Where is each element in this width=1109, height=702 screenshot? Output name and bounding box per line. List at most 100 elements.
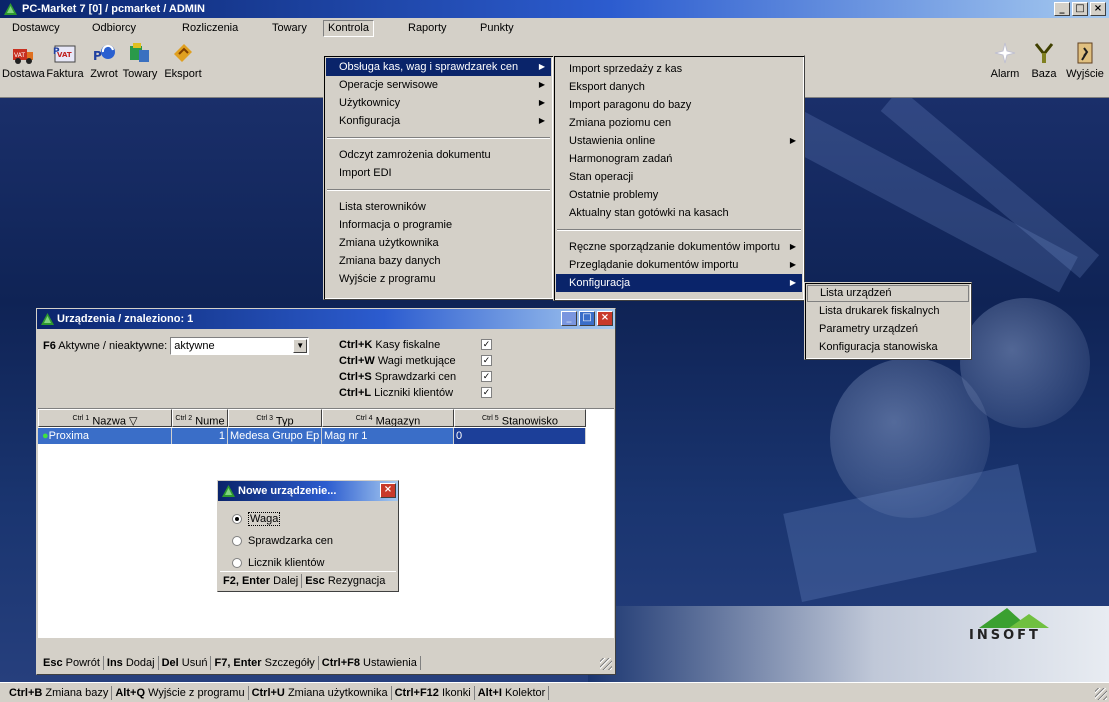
shortcut-powrot[interactable]: Esc Powrót [40, 656, 104, 670]
zwrot-button[interactable]: P Zwrot [86, 40, 122, 81]
database-icon [1031, 40, 1057, 66]
exit-door-icon [1072, 40, 1098, 66]
radio-sprawdzarka[interactable]: Sprawdzarka cen [232, 533, 333, 549]
menu-eksport-danych[interactable]: Eksport danych [556, 78, 802, 96]
menu-kontrola[interactable]: Kontrola [323, 20, 374, 37]
column-magazyn[interactable]: Ctrl 4 Magazyn [322, 409, 454, 427]
menu-separator [557, 229, 801, 231]
checkbox-sprawdzarki[interactable]: ✓ [481, 371, 492, 382]
shortcut-ikonki[interactable]: Ctrl+F12 Ikonki [392, 685, 475, 700]
menu-zmiana-poziomu-cen[interactable]: Zmiana poziomu cen [556, 114, 802, 132]
menu-stan-gotowki[interactable]: Aktualny stan gotówki na kasach [556, 204, 802, 222]
menu-punkty[interactable]: Punkty [476, 20, 518, 37]
goods-icon [127, 40, 153, 66]
checkbox-wagi[interactable]: ✓ [481, 355, 492, 366]
menu-lista-urzadzen[interactable]: Lista urządzeń [807, 285, 969, 302]
menu-harmonogram[interactable]: Harmonogram zadań [556, 150, 802, 168]
konfiguracja-submenu: Lista urządzeń Lista drukarek fiskalnych… [804, 282, 972, 360]
faktura-button[interactable]: VAT P Faktura [44, 40, 86, 81]
column-typ[interactable]: Ctrl 3 Typ [228, 409, 322, 427]
menu-wyjscie[interactable]: Wyjście z programu [326, 270, 551, 288]
menu-uzytkownicy[interactable]: Użytkownicy ▶ [326, 94, 551, 112]
shortcut-zmiana-uzytkownika[interactable]: Ctrl+U Zmiana użytkownika [249, 685, 392, 700]
menu-informacja[interactable]: Informacja o programie [326, 216, 551, 234]
menu-raporty[interactable]: Raporty [404, 20, 451, 37]
maximize-button[interactable]: □ [1072, 2, 1088, 16]
main-status-bar: Ctrl+B Zmiana bazy Alt+Q Wyjście z progr… [0, 682, 1109, 702]
chevron-down-icon[interactable]: ▼ [293, 339, 308, 353]
radio-waga[interactable]: Waga [232, 511, 281, 527]
resize-grip[interactable] [600, 658, 612, 670]
menu-parametry-urzadzen[interactable]: Parametry urządzeń [807, 320, 969, 338]
kontrola-menu: Obsługa kas, wag i sprawdzarek cen ▶ Oper… [323, 55, 554, 300]
shortcut-kolektor[interactable]: Alt+I Kolektor [475, 685, 550, 700]
menu-przegladanie-dokumentow[interactable]: Przeglądanie dokumentów importu ▶ [556, 256, 802, 274]
device-type-filters: Ctrl+K Kasy fiskalne ✓ Ctrl+W Wagi metkuj… [339, 337, 492, 401]
shortcut-szczegoly[interactable]: F7, Enter Szczegóły [211, 656, 319, 670]
insoft-logo: INSOFT [959, 606, 1089, 650]
activity-filter-label: Aktywne / nieaktywne: [58, 339, 168, 352]
child-close-button[interactable]: × [597, 311, 613, 326]
column-stanowisko[interactable]: Ctrl 5 Stanowisko [454, 409, 586, 427]
minimize-button[interactable]: _ [1054, 2, 1070, 16]
column-numer[interactable]: Ctrl 2 Nume [172, 409, 228, 427]
dalej-button[interactable]: F2, Enter Dalej [220, 573, 303, 588]
shortcut-ustawienia[interactable]: Ctrl+F8 Ustawienia [319, 656, 421, 670]
menu-separator [327, 189, 550, 191]
dialog-close-button[interactable]: × [380, 483, 396, 498]
menu-lista-sterownikow[interactable]: Lista sterowników [326, 198, 551, 216]
eksport-button[interactable]: Eksport [160, 40, 206, 81]
menu-import-sprzedazy[interactable]: Import sprzedaży z kas [556, 60, 802, 78]
towary-button[interactable]: Towary [120, 40, 160, 81]
table-row[interactable]: ●Proxima 1 Medesa Grupo Ep Mag nr 1 0 [38, 428, 586, 444]
menu-reczne-sporzadzanie[interactable]: Ręczne sporządzanie dokumentów importu ▶ [556, 238, 802, 256]
child-minimize-button[interactable]: _ [561, 311, 577, 326]
baza-button[interactable]: Baza [1027, 40, 1061, 81]
menu-odbiorcy[interactable]: Odbiorcy [88, 20, 140, 37]
filter-kasy[interactable]: Ctrl+K Kasy fiskalne ✓ [339, 337, 492, 353]
checkbox-liczniki[interactable]: ✓ [481, 387, 492, 398]
shortcut-wyjscie[interactable]: Alt+Q Wyjście z programu [112, 685, 249, 700]
menu-towary[interactable]: Towary [268, 20, 311, 37]
shortcut-dodaj[interactable]: Ins Dodaj [104, 656, 159, 670]
menu-import-paragonu[interactable]: Import paragonu do bazy [556, 96, 802, 114]
delivery-truck-icon: VAT [10, 40, 36, 66]
nowe-urzadzenie-dialog: Nowe urządzenie... × Waga Sprawdzarka ce… [217, 480, 399, 592]
menu-konfiguracja-sub[interactable]: Konfiguracja ▶ [556, 274, 802, 292]
logo-mountain-icon [979, 608, 1049, 628]
menu-lista-drukarek[interactable]: Lista drukarek fiskalnych [807, 302, 969, 320]
column-nazwa[interactable]: Ctrl 1 Nazwa ▽ [38, 409, 172, 427]
menu-dostawcy[interactable]: Dostawcy [8, 20, 64, 37]
menu-import-edi[interactable]: Import EDI [326, 164, 551, 182]
radio-licznik[interactable]: Licznik klientów [232, 555, 324, 571]
resize-grip[interactable] [1095, 688, 1107, 700]
wyjscie-button[interactable]: Wyjście [1063, 40, 1107, 81]
menu-obsluga-kas[interactable]: Obsługa kas, wag i sprawdzarek cen ▶ [326, 58, 551, 76]
menu-konfiguracja-stanowiska[interactable]: Konfiguracja stanowiska [807, 338, 969, 356]
app-icon [4, 3, 17, 15]
menu-odczyt-zamrozenia[interactable]: Odczyt zamrożenia dokumentu [326, 146, 551, 164]
filter-sprawdzarki[interactable]: Ctrl+S Sprawdzarki cen ✓ [339, 369, 492, 385]
shortcut-zmiana-bazy[interactable]: Ctrl+B Zmiana bazy [6, 685, 113, 700]
alarm-button[interactable]: Alarm [985, 40, 1025, 81]
menu-zmiana-bazy[interactable]: Zmiana bazy danych [326, 252, 551, 270]
menu-ostatnie-problemy[interactable]: Ostatnie problemy [556, 186, 802, 204]
menu-separator [327, 137, 550, 139]
window-title-bar: PC-Market 7 [0] / pcmarket / ADMIN _ □ × [0, 0, 1109, 18]
menu-ustawienia-online[interactable]: Ustawienia online ▶ [556, 132, 802, 150]
filter-wagi[interactable]: Ctrl+W Wagi metkujące ✓ [339, 353, 492, 369]
close-button[interactable]: × [1090, 2, 1106, 16]
rezygnacja-button[interactable]: Esc Rezygnacja [302, 574, 388, 588]
child-maximize-button[interactable]: □ [579, 311, 595, 326]
menu-stan-operacji[interactable]: Stan operacji [556, 168, 802, 186]
checkbox-kasy[interactable]: ✓ [481, 339, 492, 350]
menu-zmiana-uzytkownika[interactable]: Zmiana użytkownika [326, 234, 551, 252]
svg-text:VAT: VAT [14, 52, 25, 59]
shortcut-usun[interactable]: Del Usuń [159, 656, 212, 670]
menu-operacje-serwisowe[interactable]: Operacje serwisowe ▶ [326, 76, 551, 94]
filter-liczniki[interactable]: Ctrl+L Liczniki klientów ✓ [339, 385, 492, 401]
activity-select[interactable]: aktywne ▼ [170, 337, 310, 355]
dostawa-button[interactable]: VAT Dostawa [2, 40, 45, 81]
menu-rozliczenia[interactable]: Rozliczenia [178, 20, 242, 37]
menu-konfiguracja[interactable]: Konfiguracja ▶ [326, 112, 551, 130]
